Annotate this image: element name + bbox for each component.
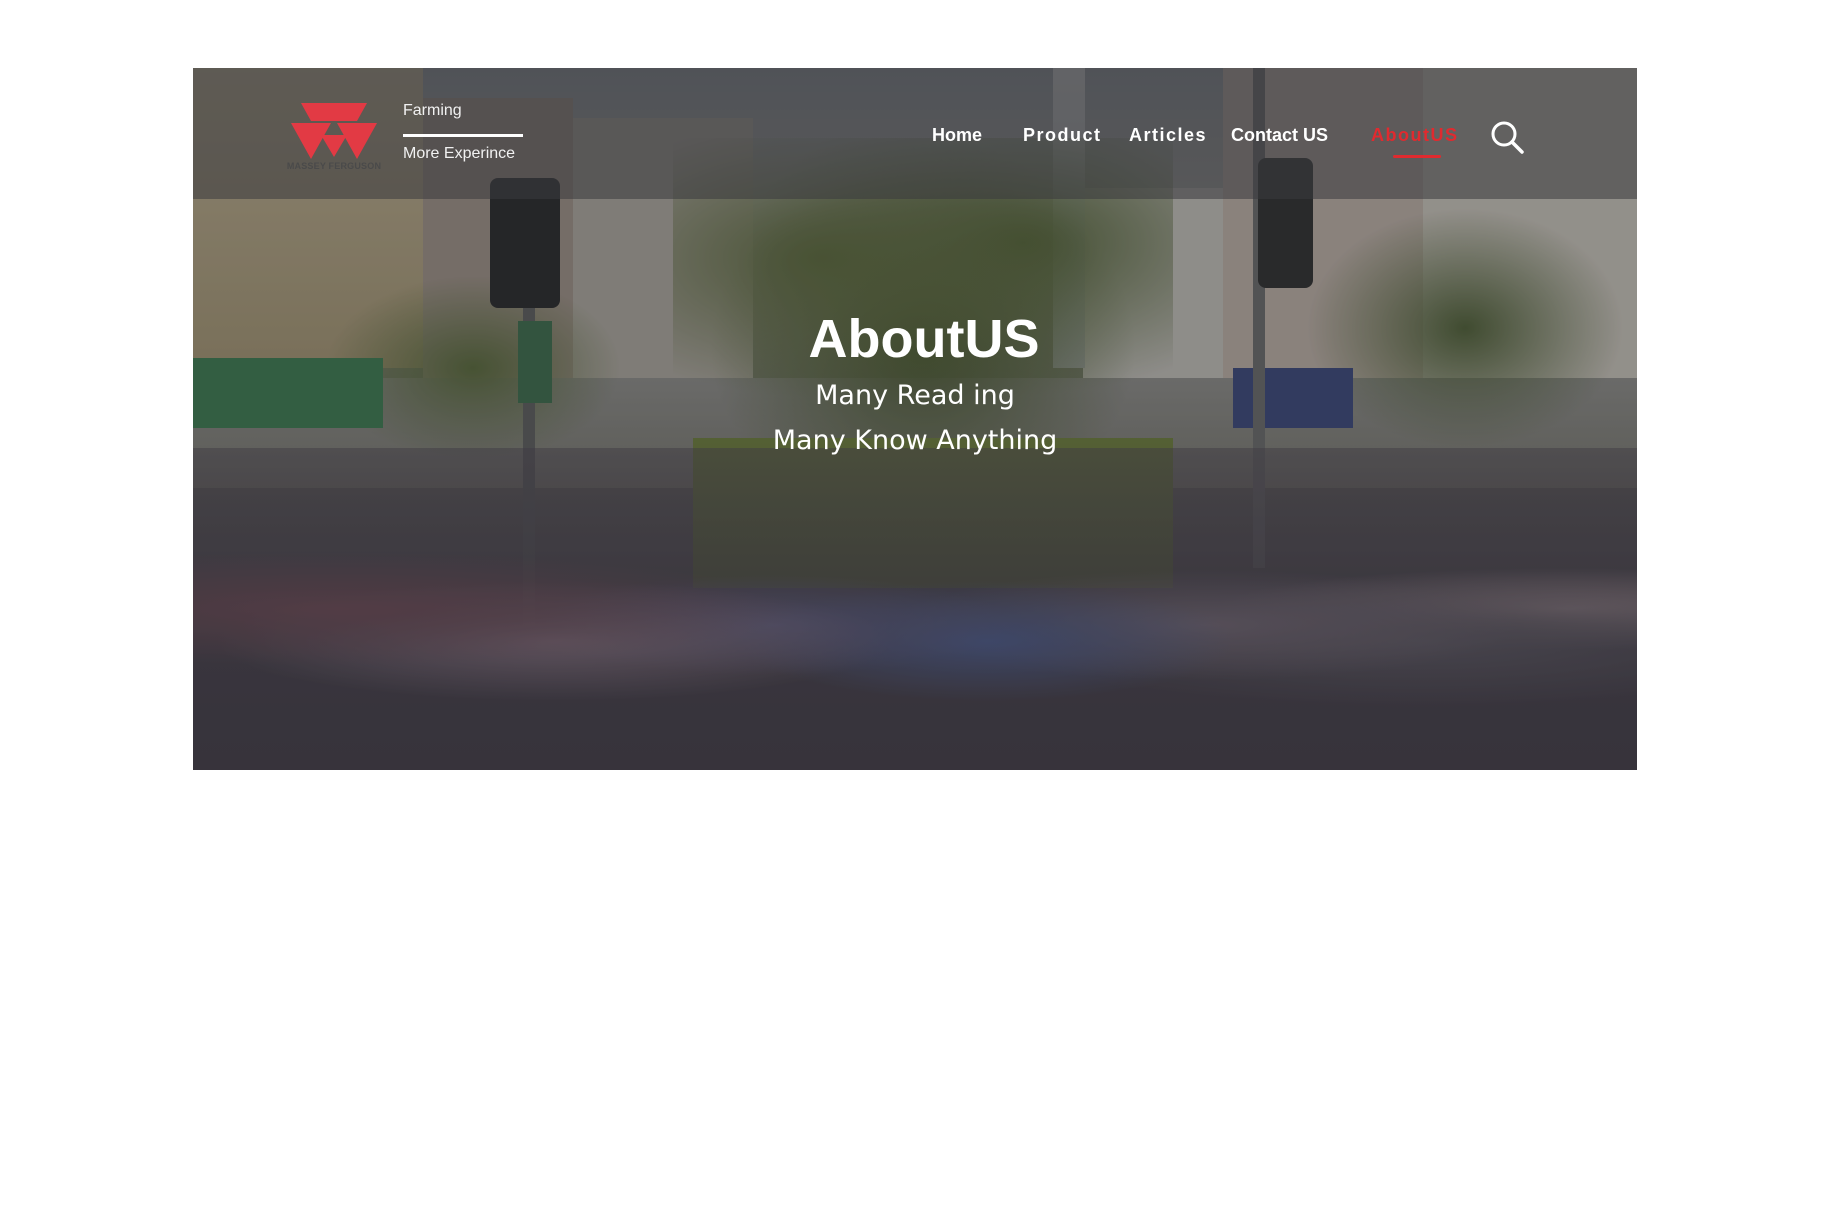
nav-articles[interactable]: Articles [1129,125,1207,146]
active-nav-indicator [1393,155,1441,158]
nav-contact-us[interactable]: Contact US [1231,125,1328,146]
hero-subtitle-line2: Many Know Anything [772,425,1058,456]
top-navbar: MASSEY FERGUSON Farming More Experince H… [193,68,1637,199]
nav-home[interactable]: Home [932,125,982,146]
logo-wordmark: MASSEY FERGUSON [286,161,382,171]
nav-about-us[interactable]: AboutUS [1371,125,1458,146]
nav-product[interactable]: Product [1023,125,1102,146]
hero-banner: MASSEY FERGUSON Farming More Experince H… [193,68,1637,770]
page-title: AboutUS [808,309,1040,369]
hero-subtitle-line1: Many Read ing [815,380,1015,411]
search-icon[interactable] [1490,120,1524,154]
main-nav: Home Product Articles Contact US AboutUS [193,125,1637,155]
